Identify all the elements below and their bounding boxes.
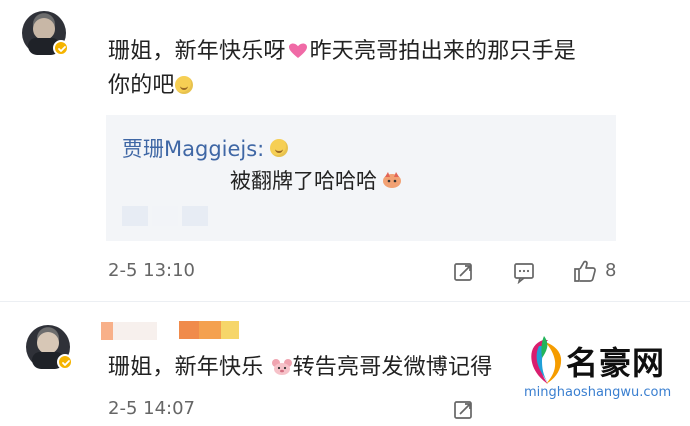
blurred-reply-meta	[122, 206, 208, 226]
comment-1-text-part3: 你的吧	[108, 73, 175, 98]
watermark: 名豪网 minghaoshangwu.com	[524, 330, 674, 414]
like-count: 8	[605, 260, 617, 281]
thumbs-up-icon[interactable]	[572, 258, 596, 282]
watermark-logo-icon	[531, 336, 562, 384]
comment-1-text-part1: 珊姐，新年快乐呀	[108, 39, 286, 64]
comment-1-time: 2-5 13:10	[108, 260, 195, 281]
verified-badge-icon	[57, 354, 73, 370]
blurred-username-block-1	[101, 322, 157, 340]
comment-1-text: 珊姐，新年快乐呀 昨天亮哥拍出来的那只手是 你的吧	[108, 35, 618, 103]
watermark-url: minghaoshangwu.com	[524, 385, 672, 400]
comment-2-text-part2: 转告亮哥发微博记得	[292, 355, 493, 380]
comment-2-text: 珊姐，新年快乐 转告亮哥发微博记得	[108, 351, 578, 385]
comment-2-text-part1: 珊姐，新年快乐	[108, 355, 264, 380]
comment-divider	[0, 301, 690, 302]
blurred-username-block-2	[179, 321, 239, 339]
watermark-title: 名豪网	[566, 344, 666, 382]
blur-block	[182, 206, 208, 226]
excited-emoji-icon	[381, 171, 403, 189]
blur-block	[152, 206, 178, 226]
avatar-commenter-1[interactable]	[22, 11, 69, 56]
comment-icon[interactable]	[512, 260, 536, 285]
repost-icon[interactable]	[452, 398, 476, 422]
reply-box[interactable]: 贾珊Maggiejs: 被翻牌了哈哈哈	[106, 115, 616, 241]
comment-1-text-part2: 昨天亮哥拍出来的那只手是	[309, 39, 577, 64]
bear-emoji-icon	[271, 353, 293, 375]
reply-author-name[interactable]: 贾珊Maggiejs:	[122, 133, 264, 163]
blur-block	[122, 206, 148, 226]
smile-emoji-icon	[270, 139, 289, 157]
reply-text: 被翻牌了哈哈哈	[230, 169, 377, 193]
smile-emoji-icon	[174, 76, 193, 94]
verified-badge-icon	[53, 40, 69, 56]
repost-icon[interactable]	[452, 260, 476, 284]
comment-2-time: 2-5 14:07	[108, 398, 195, 419]
avatar-commenter-2[interactable]	[26, 325, 73, 370]
heart-emoji-icon	[288, 36, 308, 58]
